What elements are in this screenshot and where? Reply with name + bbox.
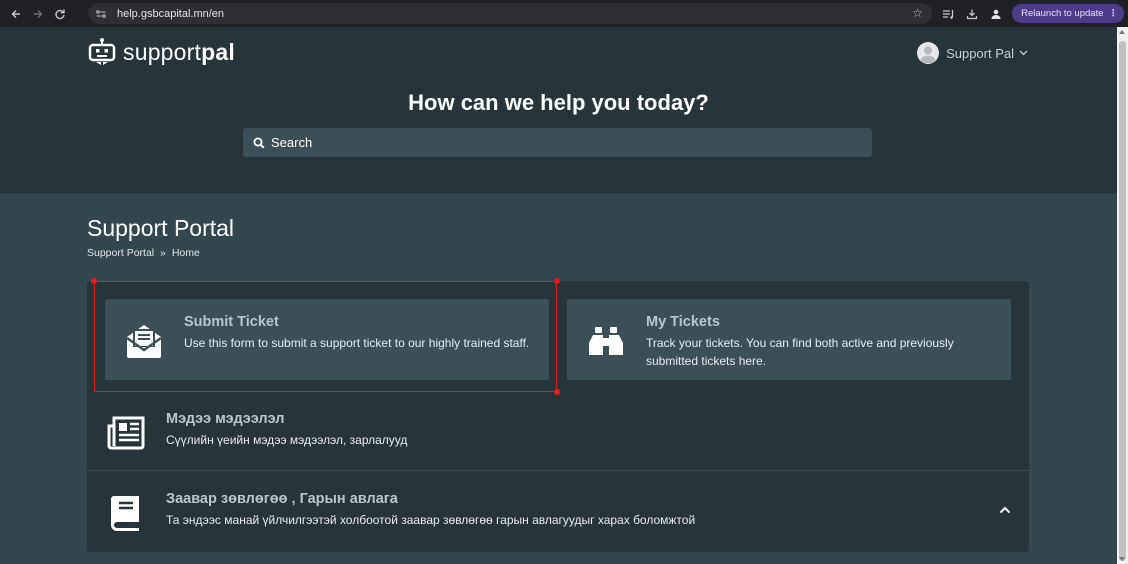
user-name: Support Pal — [946, 45, 1014, 61]
breadcrumb-current-home: Home — [171, 247, 200, 259]
chevron-down-icon — [1019, 48, 1028, 59]
breadcrumb: Support Portal » Home — [87, 247, 200, 259]
user-menu[interactable]: Support Pal — [917, 42, 1028, 64]
scroll-down-arrow-icon[interactable] — [1119, 557, 1125, 561]
breadcrumb-separator: » — [160, 247, 166, 259]
my-tickets-card[interactable]: My Tickets Track your tickets. You can f… — [567, 299, 1011, 380]
my-tickets-title: My Tickets — [646, 314, 720, 330]
bookmark-star-icon[interactable]: ☆ — [912, 6, 923, 20]
scrollbar-thumb[interactable] — [1119, 41, 1126, 561]
page-title: Support Portal — [87, 215, 235, 241]
site-info-icon[interactable] — [94, 7, 108, 21]
address-bar[interactable]: help.gsbcapital.mn/en ☆ — [88, 3, 932, 24]
submit-ticket-description: Use this form to submit a support ticket… — [184, 336, 530, 350]
supportpal-logo[interactable]: supportpal — [87, 37, 235, 67]
guide-description: Та эндээс манай үйлчилгээтэй холбоотой з… — [166, 513, 696, 527]
search-icon — [253, 137, 265, 149]
profile-icon[interactable] — [984, 3, 1008, 25]
forward-arrow-icon[interactable] — [27, 3, 49, 25]
search-placeholder: Search — [271, 135, 313, 150]
envelope-open-icon — [124, 321, 164, 361]
binoculars-icon — [586, 321, 626, 361]
reload-icon[interactable] — [49, 3, 71, 25]
browser-toolbar: help.gsbcapital.mn/en ☆ Relaunch to upda… — [0, 0, 1128, 27]
relaunch-to-update-button[interactable]: Relaunch to update ⋮ — [1012, 4, 1124, 23]
site-header: supportpal Support Pal How can we help y… — [0, 27, 1117, 193]
book-icon — [106, 493, 146, 533]
download-icon[interactable] — [960, 3, 984, 25]
page-scrollbar[interactable] — [1117, 27, 1128, 564]
url-text: help.gsbcapital.mn/en — [117, 7, 225, 20]
portal-panel: Submit Ticket Use this form to submit a … — [87, 281, 1029, 552]
guide-title: Заавар зөвлөгөө , Гарын авлага — [166, 491, 398, 507]
chevron-up-icon[interactable] — [997, 502, 1013, 518]
reading-list-icon[interactable] — [936, 3, 960, 25]
more-options-icon: ⋮ — [1108, 8, 1119, 19]
news-description: Сүүлийн үеийн мэдээ мэдээлэл, зарлалууд — [166, 433, 408, 447]
breadcrumb-link-support-portal[interactable]: Support Portal — [87, 247, 154, 259]
main-content: Support Portal Support Portal » Home Sub… — [0, 193, 1117, 564]
news-title: Мэдээ мэдээлэл — [166, 411, 285, 427]
scroll-up-arrow-icon[interactable] — [1119, 30, 1125, 34]
logo-wordmark: supportpal — [123, 38, 235, 65]
avatar — [917, 42, 940, 64]
back-arrow-icon[interactable] — [5, 3, 27, 25]
robot-logo-icon — [88, 38, 116, 65]
relaunch-label: Relaunch to update — [1021, 8, 1104, 19]
newspaper-icon — [106, 413, 146, 453]
submit-ticket-title: Submit Ticket — [184, 314, 279, 330]
search-input[interactable]: Search — [243, 128, 872, 157]
submit-ticket-card[interactable]: Submit Ticket Use this form to submit a … — [105, 299, 549, 380]
user-silhouette-icon — [920, 46, 937, 63]
guide-section[interactable]: Заавар зөвлөгөө , Гарын авлага Та эндээс… — [87, 471, 1029, 551]
my-tickets-description: Track your tickets. You can find both ac… — [646, 336, 954, 368]
hero-title: How can we help you today? — [408, 90, 709, 115]
news-section[interactable]: Мэдээ мэдээлэл Сүүлийн үеийн мэдээ мэдээ… — [87, 391, 1029, 471]
